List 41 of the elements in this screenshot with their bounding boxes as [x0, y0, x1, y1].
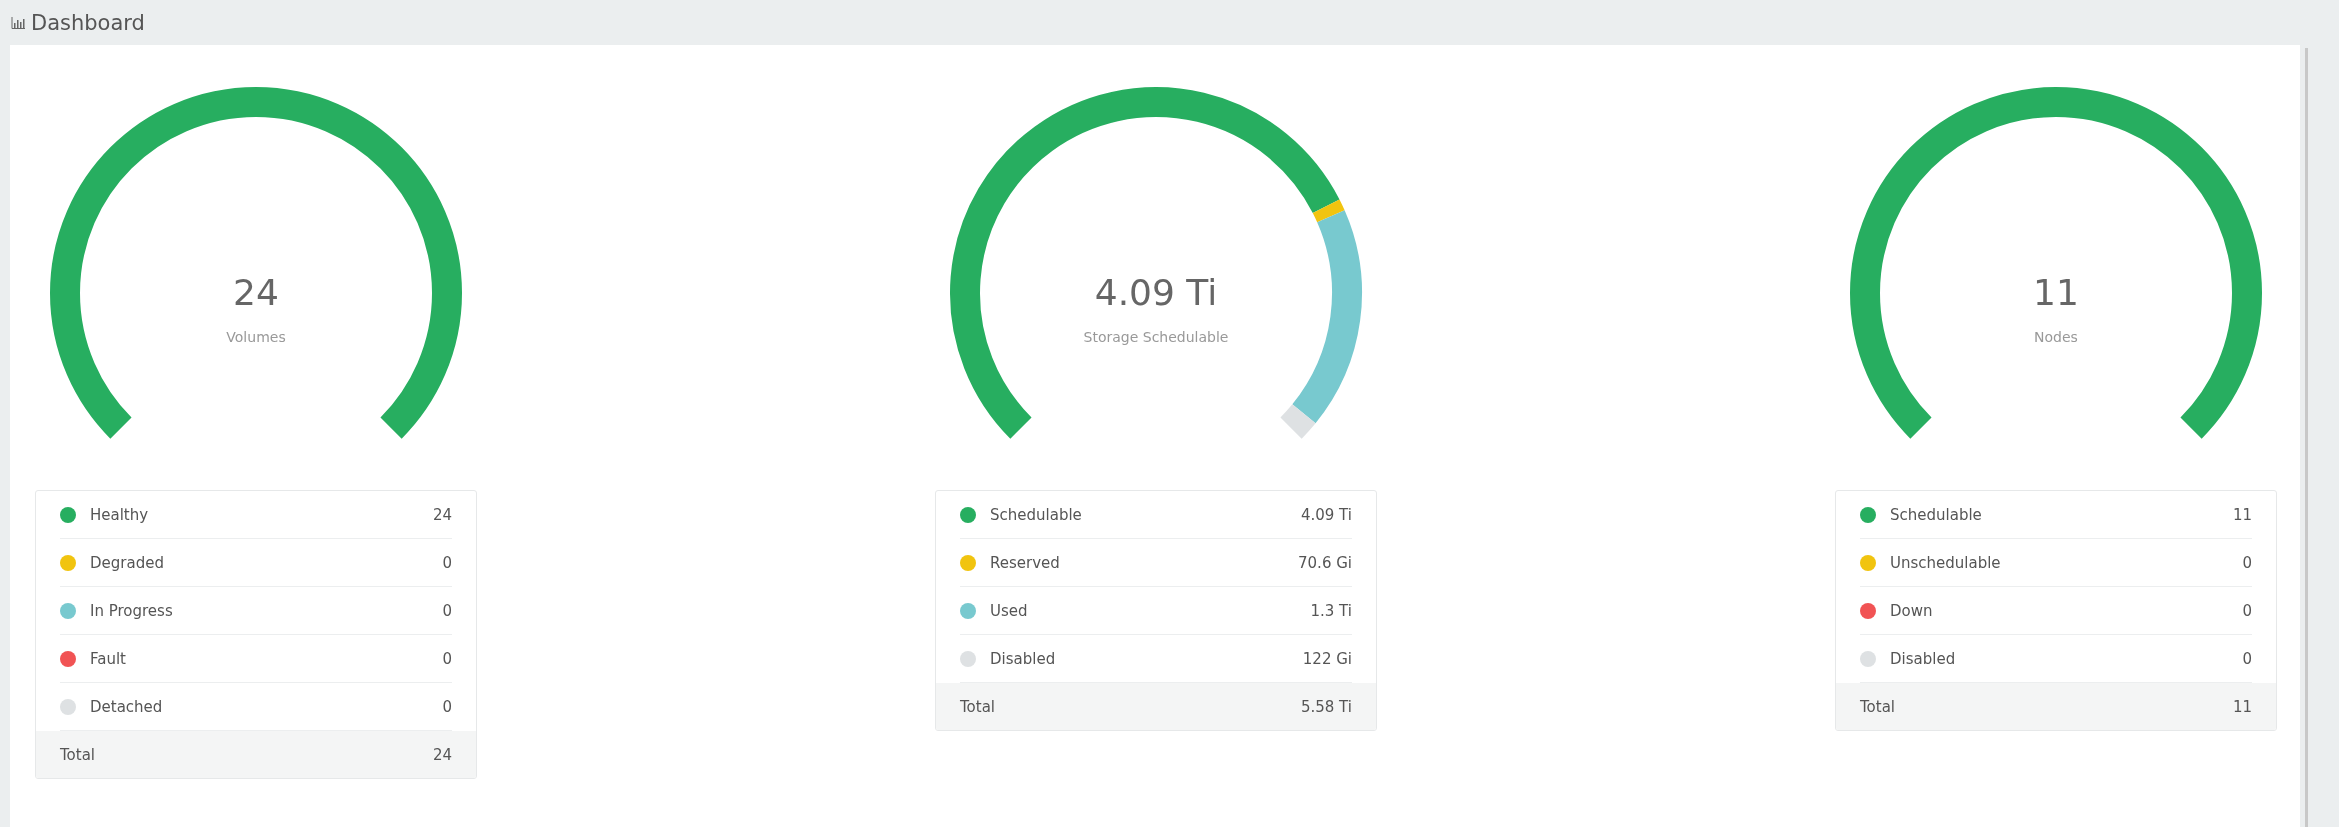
total-label: Total — [60, 745, 96, 764]
legend-value: 24 — [432, 505, 452, 524]
gauge-value: 4.09 Ti — [1094, 272, 1218, 313]
legend-label: Degraded — [90, 553, 165, 572]
legend-label: Disabled — [1890, 649, 1957, 668]
legend-label: Schedulable — [1890, 505, 1983, 524]
gauge-label: Nodes — [2034, 329, 2078, 345]
legend-value: 1.3 Ti — [1310, 601, 1352, 620]
legend-label: Disabled — [990, 649, 1057, 668]
total-value: 24 — [432, 745, 452, 764]
legend-label: Used — [990, 601, 1029, 620]
gauge-value: 11 — [2033, 272, 2079, 313]
gauge-label: Storage Schedulable — [1083, 329, 1229, 345]
legend-value: 0 — [442, 601, 452, 620]
legend-value: 0 — [442, 697, 452, 716]
scrollbar[interactable] — [2305, 48, 2308, 827]
legend-label: Reserved — [990, 553, 1061, 572]
legend-value: 122 Gi — [1302, 649, 1352, 668]
bar-chart-icon — [11, 16, 25, 29]
total-label: Total — [960, 697, 996, 716]
gauge-value: 24 — [233, 272, 279, 313]
legend-value: 0 — [2242, 553, 2252, 572]
legend-value: 0 — [442, 553, 452, 572]
legend-value: 0 — [2242, 649, 2252, 668]
gauge-label: Volumes — [226, 329, 286, 345]
legend-label: Detached — [90, 697, 164, 716]
page-title: Dashboard — [31, 10, 145, 35]
legend-value: 70.6 Gi — [1298, 553, 1352, 572]
legend-value: 4.09 Ti — [1300, 505, 1352, 524]
legend-value: 11 — [2232, 505, 2252, 524]
legend-label: Unschedulable — [1890, 553, 2002, 572]
legend-label: Healthy — [90, 505, 150, 524]
legend-value: 0 — [2242, 601, 2252, 620]
total-value: 11 — [2232, 697, 2252, 716]
legend-label: Fault — [90, 649, 127, 668]
legend-label: In Progress — [90, 601, 174, 620]
legend-label: Down — [1890, 601, 1934, 620]
total-value: 5.58 Ti — [1300, 697, 1352, 716]
legend-value: 0 — [442, 649, 452, 668]
total-label: Total — [1860, 697, 1896, 716]
legend-label: Schedulable — [990, 505, 1083, 524]
